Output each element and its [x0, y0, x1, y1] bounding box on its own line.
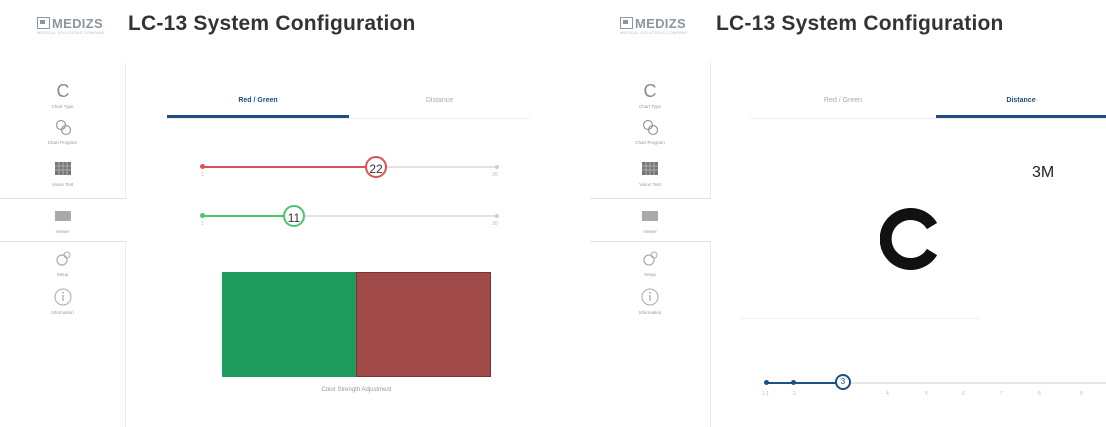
- page-title: LC-13 System Configuration: [716, 12, 1004, 35]
- stage-tick: 8: [1038, 391, 1041, 397]
- stage-dot-1: [764, 380, 769, 385]
- grid-icon: [641, 160, 659, 178]
- sidebar-item-viewer[interactable]: Viewer: [0, 198, 126, 242]
- red-slider-fill: [202, 166, 376, 168]
- stage-tick: 9: [1080, 391, 1083, 397]
- logo-mark-icon: [620, 17, 633, 29]
- distance-label: 3M: [1032, 164, 1055, 181]
- red-slider-start: [200, 164, 205, 169]
- gears-icon: [54, 118, 72, 136]
- sidebar-item-chart-program[interactable]: Chart Program: [0, 118, 125, 152]
- sidebar-label: Vision Test: [639, 182, 661, 187]
- color-strength-caption: Color Strength Adjustment: [321, 387, 392, 393]
- sidebar-label: Information: [51, 310, 74, 315]
- sidebar-item-viewer[interactable]: Viewer: [590, 198, 711, 242]
- landolt-c-optotype: [880, 208, 938, 270]
- logo-subtitle: MEDICAL SOLUTIONS COMPANY: [620, 30, 688, 35]
- c-letter-icon: C: [56, 81, 70, 101]
- gears-icon: [641, 118, 659, 136]
- sidebar-label: Vision Test: [51, 182, 74, 187]
- stage-tick: 1.1: [762, 391, 769, 397]
- sidebar-label: Viewer: [643, 229, 657, 234]
- info-icon: [54, 288, 72, 306]
- green-color-swatch: [222, 272, 356, 377]
- grid-icon: [54, 160, 72, 178]
- sidebar-label: Viewer: [55, 229, 70, 234]
- sidebar-item-chart-program[interactable]: Chart Program: [590, 118, 710, 152]
- info-icon: [641, 288, 659, 306]
- setup-gear-icon: [641, 250, 659, 268]
- tab-red-green[interactable]: Red / Green: [750, 90, 936, 118]
- tab-bar: Red / Green Distance: [167, 90, 530, 119]
- stage-tick: 2: [793, 391, 796, 397]
- stage-tick: 5: [925, 391, 928, 397]
- sidebar-item-information[interactable]: Information: [590, 288, 710, 322]
- sidebar: C Chart Type Chart Program Vision Test V…: [590, 62, 711, 427]
- faint-divider: [740, 318, 980, 319]
- logo-subtitle: MEDICAL SOLUTIONS COMPANY: [37, 30, 105, 35]
- red-color-swatch: [356, 272, 491, 377]
- sidebar-item-chart-type[interactable]: C Chart Type: [0, 82, 125, 116]
- tab-distance[interactable]: Distance: [349, 90, 530, 118]
- logo-mark-icon: [37, 17, 50, 29]
- medizs-logo: MEDIZS: [620, 16, 686, 31]
- left-screen: MEDIZS MEDICAL SOLUTIONS COMPANY LC-13 S…: [0, 0, 560, 427]
- sidebar-label: Setup: [644, 272, 656, 277]
- sidebar-label: Chart Type: [51, 104, 74, 109]
- stage-dot-2: [791, 380, 796, 385]
- sidebar-label: Setup: [56, 272, 69, 277]
- logo-text: MEDIZS: [635, 16, 686, 31]
- green-slider-knob[interactable]: 11: [283, 205, 305, 227]
- green-slider-start: [200, 213, 205, 218]
- sidebar-item-chart-type[interactable]: C Chart Type: [590, 82, 710, 116]
- page-title: LC-13 System Configuration: [128, 12, 416, 35]
- stage-tick: 7: [1000, 391, 1003, 397]
- stage-fill: [766, 382, 838, 384]
- sidebar-label: Chart Program: [47, 140, 78, 145]
- tab-bar: Red / Green Distance: [750, 90, 1106, 119]
- tab-distance[interactable]: Distance: [936, 90, 1106, 118]
- red-slider-knob[interactable]: 22: [365, 156, 387, 178]
- screen-icon: [54, 207, 72, 225]
- red-slider-max: 30: [492, 172, 498, 178]
- sidebar-item-vision-test[interactable]: Vision Test: [0, 160, 125, 194]
- setup-gear-icon: [54, 250, 72, 268]
- stage-knob[interactable]: 3: [835, 374, 851, 390]
- green-slider-min: 1: [201, 221, 204, 227]
- tab-red-green[interactable]: Red / Green: [167, 90, 349, 118]
- stage-tick: 6: [962, 391, 965, 397]
- sidebar-item-setup[interactable]: Setup: [590, 250, 710, 284]
- logo-text: MEDIZS: [52, 16, 103, 31]
- green-slider-max: 30: [492, 221, 498, 227]
- right-screen: MEDIZS MEDICAL SOLUTIONS COMPANY LC-13 S…: [590, 0, 1106, 427]
- green-slider-end: [495, 214, 499, 218]
- sidebar-label: Chart Program: [635, 140, 665, 145]
- sidebar-label: Chart Type: [639, 104, 661, 109]
- sidebar-item-setup[interactable]: Setup: [0, 250, 125, 284]
- stage-tick: 4: [886, 391, 889, 397]
- red-slider-end: [495, 165, 499, 169]
- sidebar-item-information[interactable]: Information: [0, 288, 125, 322]
- sidebar-label: Information: [638, 310, 662, 315]
- red-slider-min: 1: [201, 172, 204, 178]
- c-letter-icon: C: [643, 81, 657, 101]
- green-slider-fill: [202, 215, 294, 217]
- screen-icon: [641, 207, 659, 225]
- sidebar: C Chart Type Chart Program Vision Test V…: [0, 62, 126, 427]
- medizs-logo: MEDIZS: [37, 16, 103, 31]
- sidebar-item-vision-test[interactable]: Vision Test: [590, 160, 710, 194]
